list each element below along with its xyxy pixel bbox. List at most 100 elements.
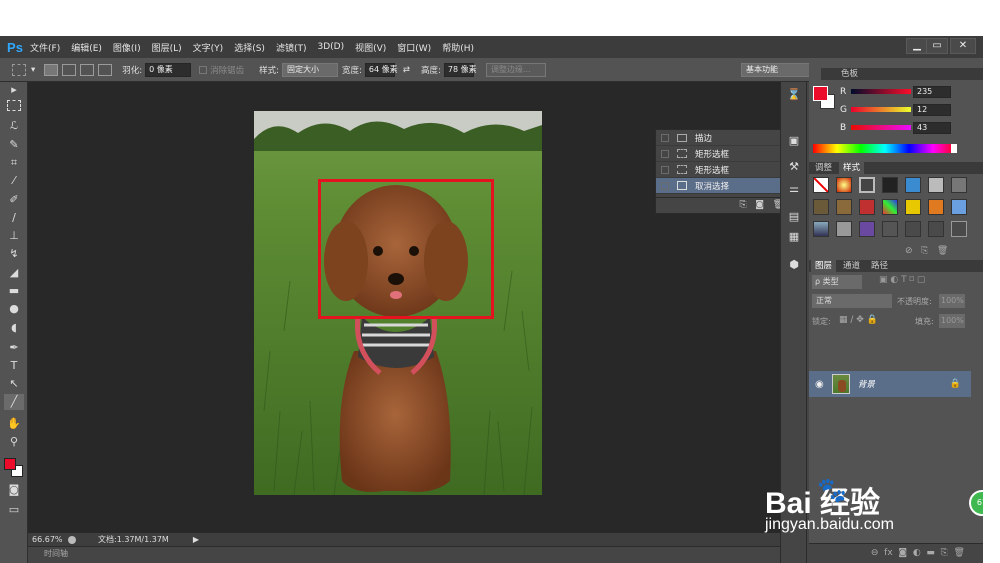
refine-edge-button[interactable]: 调整边缘... — [485, 62, 546, 77]
dropdown-arrow-icon[interactable]: ▾ — [31, 65, 35, 75]
style-swatch[interactable] — [928, 221, 944, 237]
spectrum-white[interactable] — [951, 144, 957, 153]
style-swatch[interactable] — [928, 199, 944, 215]
blur-tool-icon[interactable]: ● — [4, 301, 24, 317]
style-swatch[interactable] — [859, 221, 875, 237]
style-swatch[interactable] — [882, 221, 898, 237]
hand-tool-icon[interactable]: ✋ — [4, 416, 24, 432]
status-menu-arrow-icon[interactable]: ▶ — [193, 535, 199, 544]
blend-mode-select[interactable]: 正常 — [812, 294, 892, 308]
layer-row-background[interactable]: ◉ 背景 🔒 — [809, 371, 971, 397]
menu-window[interactable]: 窗口(W) — [397, 41, 431, 54]
status-info-icon[interactable] — [68, 535, 76, 544]
menu-select[interactable]: 选择(S) — [234, 41, 265, 54]
style-swatch[interactable] — [928, 177, 944, 193]
dodge-tool-icon[interactable]: ◖ — [4, 320, 24, 336]
b-slider[interactable] — [851, 125, 911, 130]
history-panel-icon[interactable]: ⌛ — [787, 88, 801, 102]
paragraph-icon[interactable]: ▦ — [787, 230, 801, 244]
history-checkbox[interactable] — [661, 149, 669, 158]
new-selection-icon[interactable] — [44, 63, 59, 76]
swap-icon[interactable]: ⇄ — [403, 65, 410, 75]
style-swatch[interactable] — [905, 199, 921, 215]
feather-input[interactable]: 0 像素 — [145, 62, 192, 77]
height-input[interactable]: 78 像素 — [443, 62, 477, 77]
layer-name[interactable]: 背景 — [858, 378, 950, 390]
history-checkbox[interactable] — [661, 133, 669, 142]
intersect-selection-icon[interactable] — [98, 63, 113, 76]
minimize-button[interactable]: ▁ — [906, 38, 928, 54]
fill-input[interactable]: 100% — [939, 314, 965, 328]
menu-help[interactable]: 帮助(H) — [442, 41, 474, 54]
pen-tool-icon[interactable]: ✒ — [4, 340, 24, 356]
style-swatch[interactable] — [882, 199, 898, 215]
channels-tab[interactable]: 通道 — [839, 260, 864, 272]
zoom-tool-icon[interactable]: ⚲ — [4, 434, 24, 450]
marquee-tool-icon[interactable] — [7, 100, 21, 111]
eraser-icon[interactable]: ◢ — [4, 265, 24, 281]
style-swatch[interactable] — [836, 221, 852, 237]
menu-3d[interactable]: 3D(D) — [317, 42, 344, 52]
style-swatch[interactable] — [836, 177, 852, 193]
menu-file[interactable]: 文件(F) — [30, 41, 60, 54]
swatches-tab[interactable]: 色板 — [837, 68, 862, 80]
layer-filter-select[interactable]: ρ 类型 — [812, 275, 862, 289]
menu-type[interactable]: 文字(Y) — [193, 41, 224, 54]
workspace-select[interactable]: 基本功能 — [741, 62, 817, 77]
lock-icons[interactable]: ▦ ∕ ✥ 🔒 — [839, 315, 878, 325]
document-canvas[interactable]: 描边 矩形选框 矩形选框 取消选择 ⎘ ◙ 🗑 — [28, 82, 805, 533]
3d-icon[interactable]: ⬢ — [787, 258, 801, 272]
move-tool-icon[interactable]: ▸ — [4, 82, 24, 98]
line-tool-icon[interactable]: ╱ — [4, 394, 24, 410]
subtract-selection-icon[interactable] — [80, 63, 95, 76]
menu-image[interactable]: 图像(I) — [113, 41, 141, 54]
menu-view[interactable]: 视图(V) — [355, 41, 386, 54]
eyedropper-icon[interactable]: ⁄ — [4, 173, 24, 189]
opacity-input[interactable]: 100% — [939, 294, 965, 308]
style-swatch[interactable] — [951, 221, 967, 237]
style-swatch[interactable] — [836, 199, 852, 215]
info-icon[interactable]: ▤ — [787, 210, 801, 224]
style-swatch[interactable] — [813, 199, 829, 215]
style-select[interactable]: 固定大小 — [282, 62, 339, 77]
selection-rectangle[interactable] — [318, 179, 494, 319]
quick-mask-icon[interactable]: ◙ — [4, 482, 24, 498]
style-swatch[interactable] — [951, 177, 967, 193]
timeline-tab[interactable]: 时间轴 — [28, 546, 780, 560]
tool-presets-icon[interactable]: ⚒ — [787, 160, 801, 174]
history-brush-icon[interactable]: ↯ — [4, 246, 24, 262]
layers-tab[interactable]: 图层 — [811, 260, 837, 272]
styles-tab[interactable]: 样式 — [839, 162, 865, 174]
b-value[interactable]: 43 — [913, 122, 951, 134]
style-swatch[interactable] — [951, 199, 967, 215]
style-none[interactable] — [813, 177, 829, 193]
crop-tool-icon[interactable]: ⌗ — [4, 155, 24, 171]
maximize-button[interactable]: ▭ — [926, 38, 948, 54]
quick-select-icon[interactable]: ✎ — [4, 137, 24, 153]
style-swatch[interactable] — [882, 177, 898, 193]
g-slider[interactable] — [851, 107, 911, 112]
menu-filter[interactable]: 滤镜(T) — [276, 41, 307, 54]
properties-icon[interactable]: ⚌ — [787, 182, 801, 196]
type-tool-icon[interactable]: T — [4, 358, 24, 374]
style-swatch[interactable] — [859, 199, 875, 215]
style-swatch-selected[interactable] — [859, 177, 875, 193]
adjustments-tab[interactable]: 调整 — [811, 162, 836, 174]
add-selection-icon[interactable] — [62, 63, 77, 76]
style-swatch[interactable] — [813, 221, 829, 237]
lasso-tool-icon[interactable]: ℒ — [4, 118, 24, 134]
layer-filter-icons[interactable]: ▣ ◐ T ⌑ ▢ — [879, 275, 925, 285]
layers-footer-icons[interactable]: ⊖ fx ◙ ◐ ▬ ⎘ 🗑 — [809, 543, 983, 563]
history-checkbox[interactable] — [661, 165, 669, 174]
menu-edit[interactable]: 编辑(E) — [71, 41, 102, 54]
new-document-icon[interactable]: ⎘ — [739, 200, 746, 210]
color-spectrum[interactable] — [813, 144, 957, 153]
marquee-preset-icon[interactable] — [12, 63, 26, 76]
brush-presets-icon[interactable]: ▣ — [787, 134, 801, 148]
paths-tab[interactable]: 路径 — [867, 260, 892, 272]
path-select-icon[interactable]: ↖ — [4, 376, 24, 392]
styles-footer-icons[interactable]: ⊘ ⎘ 🗑 — [905, 246, 948, 256]
r-slider[interactable] — [851, 89, 911, 94]
color-tab[interactable] — [809, 68, 821, 80]
g-value[interactable]: 12 — [913, 104, 951, 116]
